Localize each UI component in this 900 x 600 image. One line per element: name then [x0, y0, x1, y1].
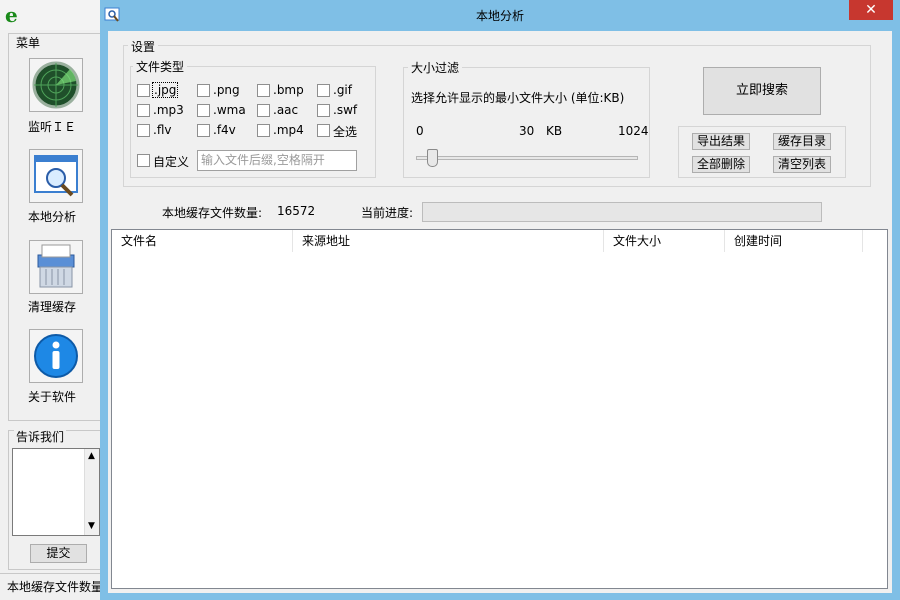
checkbox-label-select-all[interactable]: 全选: [333, 123, 357, 140]
checkbox-label-jpg[interactable]: .jpg: [151, 82, 179, 98]
checkbox-label-gif[interactable]: .gif: [333, 83, 352, 97]
checkbox-label-wma[interactable]: .wma: [213, 103, 246, 117]
file-types-title: 文件类型: [133, 58, 188, 75]
size-max-label: 1024: [618, 124, 649, 138]
size-unit-label: KB: [546, 124, 563, 138]
column-header-created-time[interactable]: 创建时间: [725, 230, 863, 252]
cache-directory-button[interactable]: 缓存目录: [773, 133, 831, 150]
size-min-label: 0: [416, 124, 424, 138]
column-header-filename[interactable]: 文件名: [112, 230, 293, 252]
menu-button-monitor-ie[interactable]: [29, 58, 83, 112]
cache-count-value: 16572: [277, 204, 316, 218]
app-logo-icon: e: [5, 3, 18, 27]
checkbox-jpg[interactable]: [137, 84, 150, 97]
checkbox-label-aac[interactable]: .aac: [273, 103, 298, 117]
settings-title: 设置: [128, 38, 159, 55]
checkbox-select-all[interactable]: [317, 124, 330, 137]
results-list[interactable]: 文件名 来源地址 文件大小 创建时间: [111, 229, 888, 589]
feedback-scrollbar[interactable]: ▲ ▼: [84, 449, 99, 535]
checkbox-label-flv[interactable]: .flv: [153, 123, 171, 137]
menu-button-clean-cache[interactable]: [29, 240, 83, 294]
checkbox-label-f4v[interactable]: .f4v: [213, 123, 236, 137]
scroll-down-icon[interactable]: ▼: [88, 521, 95, 531]
checkbox-label-mp4[interactable]: .mp4: [273, 123, 304, 137]
dialog-title: 本地分析: [475, 9, 524, 23]
tell-us-title: 告诉我们: [14, 428, 67, 445]
menu-label-monitor-ie: 监听ＩＥ: [27, 120, 76, 134]
dialog-icon: [104, 7, 122, 23]
close-icon: ✕: [865, 2, 877, 18]
checkbox-f4v[interactable]: [197, 124, 210, 137]
column-header-file-size[interactable]: 文件大小: [604, 230, 725, 252]
close-button[interactable]: ✕: [849, 0, 893, 20]
checkbox-png[interactable]: [197, 84, 210, 97]
checkbox-swf[interactable]: [317, 104, 330, 117]
submit-button[interactable]: 提交: [30, 544, 87, 563]
size-filter-group: [403, 67, 650, 178]
progress-label: 当前进度:: [361, 206, 414, 220]
clear-list-button[interactable]: 清空列表: [773, 156, 831, 173]
menu-label-clean-cache: 清理缓存: [27, 300, 76, 314]
delete-all-button[interactable]: 全部删除: [692, 156, 750, 173]
menu-label-about: 关于软件: [27, 390, 76, 404]
checkbox-label-custom[interactable]: 自定义: [153, 153, 189, 170]
magnifier-window-icon: [34, 155, 78, 197]
checkbox-gif[interactable]: [317, 84, 330, 97]
size-filter-description: 选择允许显示的最小文件大小 (单位:KB): [411, 91, 625, 105]
size-slider-thumb[interactable]: [427, 149, 439, 167]
column-header-source-url[interactable]: 来源地址: [293, 230, 604, 252]
radar-icon: [32, 61, 80, 109]
checkbox-label-swf[interactable]: .swf: [333, 103, 357, 117]
size-filter-title: 大小过滤: [408, 59, 463, 76]
checkbox-mp3[interactable]: [137, 104, 150, 117]
checkbox-bmp[interactable]: [257, 84, 270, 97]
custom-extensions-input[interactable]: 输入文件后缀,空格隔开: [197, 150, 357, 171]
checkbox-custom[interactable]: [137, 154, 150, 167]
shredder-icon: [37, 244, 75, 288]
export-results-button[interactable]: 导出结果: [692, 133, 750, 150]
checkbox-label-bmp[interactable]: .bmp: [273, 83, 304, 97]
progress-bar: [422, 202, 822, 222]
list-header: 文件名 来源地址 文件大小 创建时间: [112, 230, 887, 252]
size-current-value: 30: [519, 124, 535, 138]
scroll-up-icon[interactable]: ▲: [88, 451, 95, 461]
menu-label-local-analysis: 本地分析: [27, 210, 76, 224]
search-now-button[interactable]: 立即搜索: [703, 67, 821, 115]
status-bar: 本地缓存文件数量: [0, 573, 100, 600]
checkbox-wma[interactable]: [197, 104, 210, 117]
menu-title: 菜单: [14, 34, 43, 51]
menu-button-local-analysis[interactable]: [29, 149, 83, 203]
checkbox-mp4[interactable]: [257, 124, 270, 137]
checkbox-aac[interactable]: [257, 104, 270, 117]
checkbox-flv[interactable]: [137, 124, 150, 137]
info-icon: [34, 334, 78, 378]
cache-count-label: 本地缓存文件数量:: [162, 206, 263, 220]
checkbox-label-mp3[interactable]: .mp3: [153, 103, 184, 117]
checkbox-label-png[interactable]: .png: [213, 83, 240, 97]
menu-button-about[interactable]: [29, 329, 83, 383]
main-window: e 菜单 监听ＩＥ 本地分析 清理缓存 关于软件 告诉我们 ▲ ▼ 提交 本地缓…: [0, 0, 100, 600]
size-slider-track[interactable]: [416, 156, 638, 160]
